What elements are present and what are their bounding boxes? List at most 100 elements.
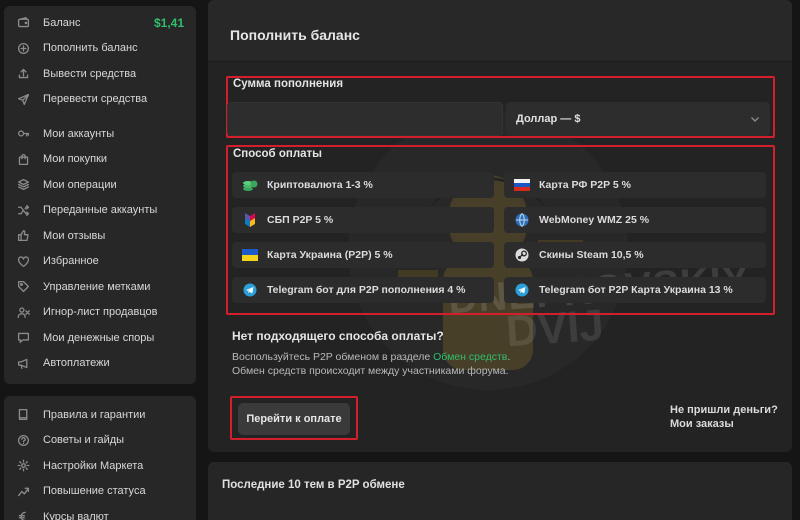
heart-icon bbox=[16, 254, 30, 268]
megaphone-icon bbox=[16, 356, 30, 370]
payment-method-label: WebMoney WMZ 25 % bbox=[539, 214, 650, 226]
sidebar-item-rules[interactable]: Правила и гарантии bbox=[4, 402, 196, 428]
recent-p2p-topics-panel: Последние 10 тем в P2P обмене bbox=[208, 462, 792, 520]
payment-method-label: Карта РФ P2P 5 % bbox=[539, 179, 631, 191]
sidebar-item-label: Перевести средства bbox=[43, 93, 148, 106]
shopping-bag-icon bbox=[16, 152, 30, 166]
p2p-hint-line: Воспользуйтесь P2P обменом в разделе Обм… bbox=[232, 351, 510, 363]
telegram-icon bbox=[242, 283, 258, 297]
sidebar-item-label: Игнор-лист продавцов bbox=[43, 306, 158, 319]
exchange-link[interactable]: Обмен средств bbox=[433, 351, 507, 363]
thumbs-up-icon bbox=[16, 229, 30, 243]
go-to-payment-button[interactable]: Перейти к оплате bbox=[238, 403, 350, 435]
stack-icon bbox=[16, 178, 30, 192]
payment-method-label: Telegram бот P2P Карта Украина 13 % bbox=[539, 284, 733, 296]
payment-method-telegram-bot-ua-card[interactable]: Telegram бот P2P Карта Украина 13 % bbox=[504, 277, 766, 303]
deposit-panel-header: Пополнить баланс bbox=[208, 0, 792, 62]
sidebar-item-exchange-rates[interactable]: Курсы валют bbox=[4, 504, 196, 520]
sidebar-item-label: Избранное bbox=[43, 255, 99, 268]
sidebar-item-ignore-list[interactable]: Игнор-лист продавцов bbox=[4, 300, 196, 326]
sidebar-item-guides[interactable]: Советы и гайды bbox=[4, 428, 196, 454]
no-money-link[interactable]: Не пришли деньги? bbox=[670, 404, 778, 416]
sidebar-item-transferred-accounts[interactable]: Переданные аккаунты bbox=[4, 198, 196, 224]
payment-methods-label: Способ оплаты bbox=[233, 148, 322, 160]
sidebar-item-purchases[interactable]: Мои покупки bbox=[4, 147, 196, 173]
user-block-icon bbox=[16, 305, 30, 319]
payment-method-crypto[interactable]: Криптовалюта 1-3 % bbox=[232, 172, 494, 198]
sidebar-item-label: Мои операции bbox=[43, 178, 117, 191]
sidebar-info-panel: Правила и гарантии Советы и гайды Настро… bbox=[4, 396, 196, 520]
currency-select[interactable]: Доллар — $ bbox=[506, 102, 770, 136]
tag-icon bbox=[16, 280, 30, 294]
sidebar-item-label: Настройки Маркета bbox=[43, 459, 144, 472]
p2p-hint-line-2: Обмен средств происходит между участника… bbox=[232, 365, 509, 377]
sidebar-item-disputes[interactable]: Мои денежные споры bbox=[4, 325, 196, 351]
sidebar-item-label: Переданные аккаунты bbox=[43, 204, 158, 217]
payment-method-webmoney[interactable]: WebMoney WMZ 25 % bbox=[504, 207, 766, 233]
payment-method-telegram-bot-p2p[interactable]: Telegram бот для P2P пополнения 4 % bbox=[232, 277, 494, 303]
sidebar-main-panel: Баланс $1,41 Пополнить баланс Вывести ср… bbox=[4, 6, 196, 384]
my-orders-link[interactable]: Мои заказы bbox=[670, 418, 734, 430]
chat-icon bbox=[16, 331, 30, 345]
payment-method-card-ru[interactable]: Карта РФ P2P 5 % bbox=[504, 172, 766, 198]
gear-icon bbox=[16, 459, 30, 473]
payment-method-steam-skins[interactable]: Скины Steam 10,5 % bbox=[504, 242, 766, 268]
sidebar-item-market-settings[interactable]: Настройки Маркета bbox=[4, 453, 196, 479]
sidebar-item-tags[interactable]: Управление метками bbox=[4, 274, 196, 300]
sidebar-item-transfer[interactable]: Перевести средства bbox=[4, 87, 196, 113]
amount-input[interactable] bbox=[227, 102, 503, 136]
sidebar-item-label: Советы и гайды bbox=[43, 434, 125, 447]
recent-topics-title: Последние 10 тем в P2P обмене bbox=[222, 479, 405, 491]
currency-icon bbox=[16, 510, 30, 520]
page-title: Пополнить баланс bbox=[230, 27, 360, 43]
shuffle-icon bbox=[16, 203, 30, 217]
sidebar-item-accounts[interactable]: Мои аккаунты bbox=[4, 121, 196, 147]
currency-selected-value: Доллар — $ bbox=[516, 113, 581, 125]
deposit-panel: Пополнить баланс DNEPROVSKIY DVIJ Сумма … bbox=[208, 0, 792, 452]
crypto-coins-icon bbox=[242, 178, 258, 192]
sidebar-item-label: Мои аккаунты bbox=[43, 127, 115, 140]
sidebar-item-label: Вывести средства bbox=[43, 67, 137, 80]
payment-method-label: Криптовалюта 1-3 % bbox=[267, 179, 373, 191]
no-method-title: Нет подходящего способа оплаты? bbox=[232, 329, 444, 343]
send-icon bbox=[16, 92, 30, 106]
sidebar-item-label: Мои денежные споры bbox=[43, 331, 155, 344]
steam-logo-icon bbox=[514, 248, 530, 262]
sidebar-item-label: Правила и гарантии bbox=[43, 408, 146, 421]
sidebar-item-label: Управление метками bbox=[43, 280, 151, 293]
sidebar-item-operations[interactable]: Мои операции bbox=[4, 172, 196, 198]
sidebar-item-deposit[interactable]: Пополнить баланс bbox=[4, 36, 196, 62]
question-icon bbox=[16, 433, 30, 447]
sidebar-item-favorites[interactable]: Избранное bbox=[4, 249, 196, 275]
ukraine-flag-icon bbox=[242, 248, 258, 262]
sidebar-item-status-upgrade[interactable]: Повышение статуса bbox=[4, 479, 196, 505]
sidebar: Баланс $1,41 Пополнить баланс Вывести ср… bbox=[4, 6, 196, 520]
sidebar-item-label: Баланс bbox=[43, 16, 81, 29]
payment-method-label: Карта Украина (P2P) 5 % bbox=[267, 249, 393, 261]
book-icon bbox=[16, 408, 30, 422]
sidebar-item-label: Пополнить баланс bbox=[43, 42, 138, 55]
sidebar-item-label: Повышение статуса bbox=[43, 485, 146, 498]
plus-circle-icon bbox=[16, 41, 30, 55]
amount-label: Сумма пополнения bbox=[233, 78, 344, 90]
sidebar-item-autopayments[interactable]: Автоплатежи bbox=[4, 351, 196, 377]
sidebar-item-label: Автоплатежи bbox=[43, 357, 110, 370]
russia-flag-icon bbox=[514, 178, 530, 192]
payment-method-label: Telegram бот для P2P пополнения 4 % bbox=[267, 284, 466, 296]
key-icon bbox=[16, 127, 30, 141]
payment-method-sbp[interactable]: СБП P2P 5 % bbox=[232, 207, 494, 233]
balance-amount: $1,41 bbox=[153, 15, 184, 30]
sidebar-item-withdraw[interactable]: Вывести средства bbox=[4, 61, 196, 87]
hint-text: . bbox=[507, 351, 511, 363]
sidebar-item-label: Курсы валют bbox=[43, 510, 109, 520]
wallet-icon bbox=[16, 16, 30, 30]
payment-method-card-ua[interactable]: Карта Украина (P2P) 5 % bbox=[232, 242, 494, 268]
sidebar-item-balance[interactable]: Баланс $1,41 bbox=[4, 10, 196, 36]
sidebar-item-reviews[interactable]: Мои отзывы bbox=[4, 223, 196, 249]
payment-method-label: Скины Steam 10,5 % bbox=[539, 249, 644, 261]
sbp-logo-icon bbox=[242, 213, 258, 227]
telegram-icon bbox=[514, 283, 530, 297]
upload-icon bbox=[16, 67, 30, 81]
trend-up-icon bbox=[16, 484, 30, 498]
chevron-down-icon bbox=[751, 117, 759, 122]
